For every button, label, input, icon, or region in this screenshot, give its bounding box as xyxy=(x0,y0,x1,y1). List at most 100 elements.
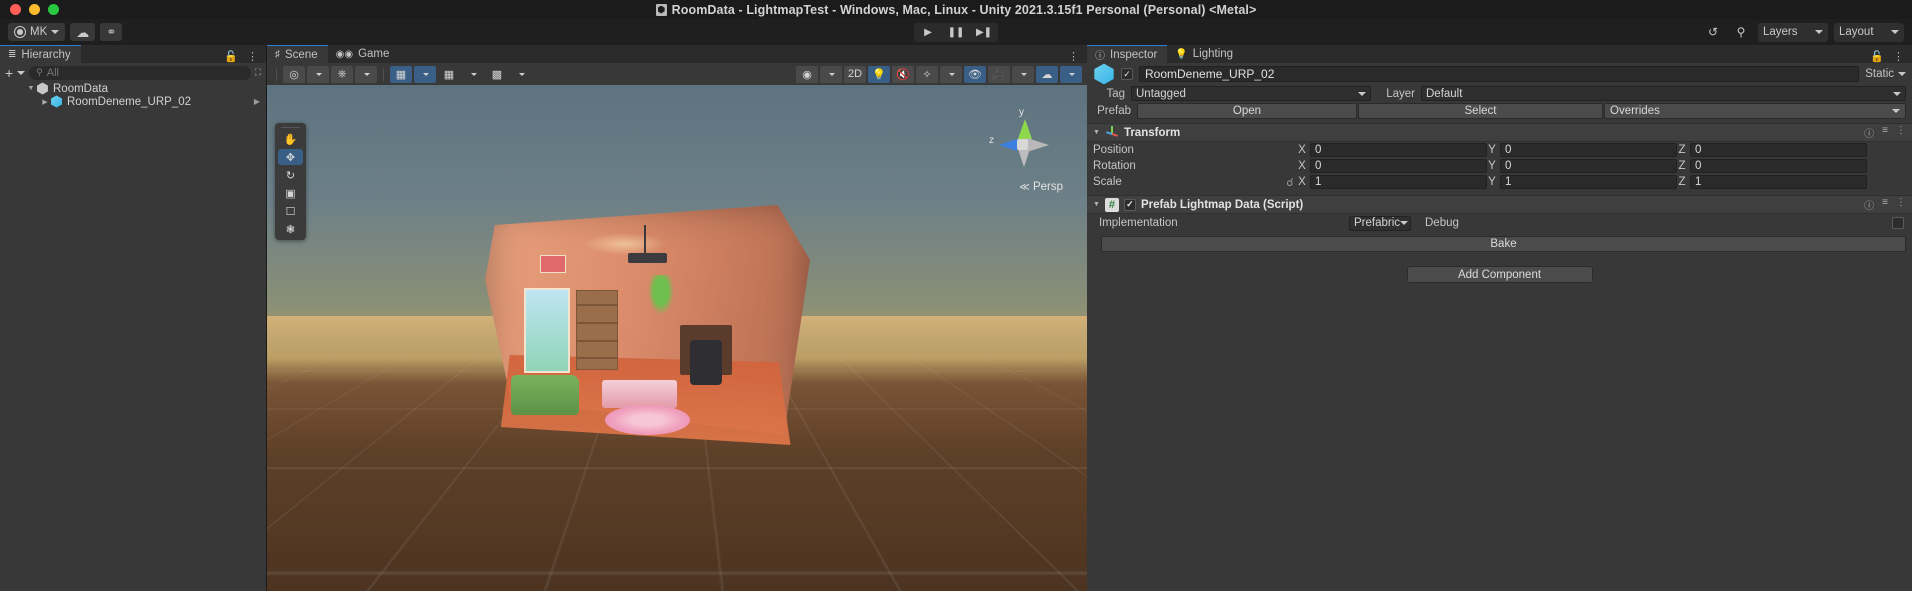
prefab-open-arrow-icon[interactable]: ▶ xyxy=(254,97,260,106)
prefab-open-button[interactable]: Open xyxy=(1137,102,1357,119)
hand-tool-button[interactable]: ✋ xyxy=(278,131,303,147)
axis-x-cone[interactable] xyxy=(1027,138,1049,152)
preset-icon[interactable]: ≡ xyxy=(1882,197,1888,212)
chevron-down-icon xyxy=(949,72,955,76)
debug-checkbox[interactable] xyxy=(1892,217,1904,229)
kebab-menu-icon[interactable]: ⋮ xyxy=(1896,197,1906,212)
rotation-x-input[interactable]: 0 xyxy=(1310,159,1487,173)
help-icon[interactable]: ⓘ xyxy=(1864,197,1874,212)
effects-dropdown[interactable] xyxy=(940,65,962,83)
position-z-input[interactable]: 0 xyxy=(1690,143,1867,157)
position-y-input[interactable]: 0 xyxy=(1500,143,1677,157)
transform-component-header[interactable]: ▼ Transform ⓘ ≡ ⋮ xyxy=(1087,123,1912,142)
axis-x-label: X xyxy=(1298,160,1306,172)
snap-increment-dropdown[interactable] xyxy=(510,66,532,83)
shading-mode-button[interactable]: ◎ xyxy=(283,65,305,83)
lock-icon[interactable]: 🔓 xyxy=(224,50,238,63)
tab-lighting[interactable]: 💡 Lighting xyxy=(1167,45,1244,63)
scene-camera-settings-button[interactable]: ◉ xyxy=(796,65,818,83)
gameobject-name-input[interactable]: RoomDeneme_URP_02 xyxy=(1139,66,1860,82)
overlay-drag-handle[interactable] xyxy=(281,127,300,128)
hierarchy-item-roomdata[interactable]: ▼ RoomData xyxy=(0,82,266,95)
rotation-y-input[interactable]: 0 xyxy=(1500,159,1677,173)
effects-button[interactable]: ✧ xyxy=(916,65,938,83)
prefab-select-button[interactable]: Select xyxy=(1358,102,1603,119)
kebab-menu-icon[interactable]: ⋮ xyxy=(1896,125,1906,140)
kebab-menu-icon[interactable]: ⋮ xyxy=(1068,50,1079,63)
room-prefab-render[interactable] xyxy=(483,203,812,455)
chevron-down-icon xyxy=(1893,91,1901,96)
help-icon[interactable]: ⓘ xyxy=(1864,125,1874,140)
grid-snapping-button[interactable]: ▦ xyxy=(438,66,460,83)
pause-button[interactable]: ❚❚ xyxy=(942,22,970,42)
scale-x-input[interactable]: 1 xyxy=(1310,175,1487,189)
projection-mode-label[interactable]: ≪ Persp xyxy=(1019,181,1063,193)
rotation-y-value: 0 xyxy=(1505,160,1512,172)
position-x-input[interactable]: 0 xyxy=(1310,143,1487,157)
rect-tool-button[interactable]: ☐ xyxy=(278,203,303,219)
script-component-header[interactable]: ▼ # ✓ Prefab Lightmap Data (Script) ⓘ ≡ … xyxy=(1087,195,1912,214)
prefab-icon[interactable] xyxy=(1094,63,1114,85)
layer-dropdown[interactable]: Default xyxy=(1421,86,1906,101)
static-toggle[interactable]: Static xyxy=(1865,68,1906,80)
audio-toggle-button[interactable]: 🔇 xyxy=(892,65,914,83)
kebab-menu-icon[interactable]: ⋮ xyxy=(1893,50,1904,63)
prefab-overrides-dropdown[interactable]: Overrides xyxy=(1604,102,1906,119)
hierarchy-item-roomdeneme[interactable]: ▶ RoomDeneme_URP_02 ▶ xyxy=(0,95,266,108)
step-button[interactable]: ▶❚ xyxy=(970,22,998,42)
scene-orientation-gizmo[interactable]: y z xyxy=(989,107,1053,175)
scene-viewport[interactable]: ✋ ✥ ↻ ▣ ☐ ❃ y z ≪ Persp xyxy=(267,85,1087,591)
grid-visibility-button[interactable]: ▦ xyxy=(390,65,412,83)
preset-icon[interactable]: ≡ xyxy=(1882,125,1888,140)
scene-camera-dropdown[interactable] xyxy=(820,65,842,83)
move-icon: ✥ xyxy=(285,151,296,164)
chevron-down-icon[interactable] xyxy=(17,70,26,75)
tab-scene[interactable]: ♯ Scene xyxy=(267,45,328,63)
script-enabled-checkbox[interactable]: ✓ xyxy=(1123,198,1136,211)
chevron-down-icon[interactable]: ▼ xyxy=(1093,201,1100,208)
expand-collapse-icon[interactable]: ⛶ xyxy=(255,67,261,78)
axis-z-cone[interactable] xyxy=(999,139,1017,151)
rotation-z-input[interactable]: 0 xyxy=(1690,159,1867,173)
move-tool-button[interactable]: ✥ xyxy=(278,149,303,165)
bake-button[interactable]: Bake xyxy=(1101,236,1906,252)
scene-camera-menu[interactable] xyxy=(1012,65,1034,83)
gizmo-center[interactable] xyxy=(1017,139,1028,150)
scale-z-input[interactable]: 1 xyxy=(1690,175,1867,189)
draw-mode-dropdown[interactable] xyxy=(355,65,377,83)
add-gameobject-button[interactable]: + xyxy=(5,66,13,80)
snap-increment-button[interactable]: ▩ xyxy=(486,66,508,83)
gameobject-enabled-checkbox[interactable]: ✓ xyxy=(1121,68,1133,80)
scene-lighting-toggle[interactable]: 💡 xyxy=(868,65,890,83)
shading-mode-dropdown[interactable] xyxy=(307,65,329,83)
chevron-down-icon[interactable]: ▼ xyxy=(26,85,36,92)
tag-dropdown[interactable]: Untagged xyxy=(1131,86,1371,101)
chevron-down-icon[interactable]: ▼ xyxy=(1093,129,1100,136)
hierarchy-search-input[interactable]: ⚲ All xyxy=(29,65,251,80)
add-component-button[interactable]: Add Component xyxy=(1406,266,1593,283)
chevron-down-icon xyxy=(829,72,835,76)
kebab-menu-icon[interactable]: ⋮ xyxy=(247,50,258,63)
implementation-dropdown[interactable]: Prefabric xyxy=(1349,215,1411,231)
draw-mode-button[interactable]: ⎈ xyxy=(331,65,353,83)
tab-game[interactable]: ◉◉ Game xyxy=(327,45,400,63)
grid-dropdown[interactable] xyxy=(414,65,436,83)
tab-hierarchy[interactable]: ≣ Hierarchy xyxy=(0,45,81,63)
tab-inspector[interactable]: ⓘ Inspector xyxy=(1087,45,1168,63)
gizmos-toggle-button[interactable]: ☁ xyxy=(1036,65,1058,83)
constrain-proportions-icon[interactable]: ☌ xyxy=(1283,176,1297,189)
axis-y-cone[interactable] xyxy=(1018,119,1032,139)
twod-toggle-button[interactable]: 2D xyxy=(844,65,866,83)
axis-z-label: Z xyxy=(1678,160,1686,172)
gizmos-dropdown[interactable] xyxy=(1060,65,1082,83)
grid-snapping-dropdown[interactable] xyxy=(462,66,484,83)
scale-y-input[interactable]: 1 xyxy=(1500,175,1677,189)
play-button[interactable]: ▶ xyxy=(914,22,942,42)
hidden-objects-button[interactable]: 👁 xyxy=(964,65,986,83)
lock-icon[interactable]: 🔓 xyxy=(1870,50,1884,63)
chevron-right-icon[interactable]: ▶ xyxy=(40,98,50,106)
transform-tool-button[interactable]: ❃ xyxy=(278,221,303,237)
scene-camera-button[interactable]: 🎥 xyxy=(988,65,1010,83)
rotate-tool-button[interactable]: ↻ xyxy=(278,167,303,183)
scale-tool-button[interactable]: ▣ xyxy=(278,185,303,201)
